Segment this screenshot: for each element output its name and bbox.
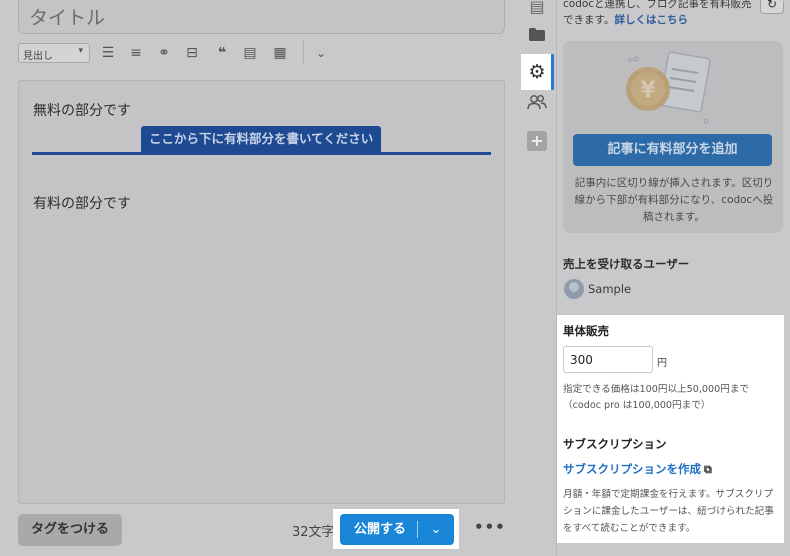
format-select[interactable]: 見出し ▾ [18,43,90,63]
subscription-description: 月額・年額で定期課金を行えます。サブスクリプションに課金したユーザーは、紐づけら… [563,489,774,534]
title-input[interactable]: タイトル [18,0,505,34]
recipient-name: Sample [588,282,632,296]
price-input[interactable] [563,346,653,373]
add-tag-button[interactable]: タグをつける [18,514,122,546]
create-subscription-link[interactable]: サブスクリプションを作成 ⧉ [563,461,712,477]
chevron-down-icon[interactable]: ⌄ [424,514,448,545]
price-note: 指定できる価格は100円以上50,000円まで（codoc pro は100,0… [563,384,750,411]
chevron-down-icon: ▾ [78,46,83,56]
editor-toolbar: 見出し ▾ ☰ ≡ ⚭ ⊟ ❝ ▤ ▦ ⌄ [18,40,348,66]
publish-divider [417,521,418,538]
learn-more-link[interactable]: 詳しくはこちら [614,14,688,26]
add-plus-icon[interactable]: + [527,131,547,151]
free-section-text: 無料の部分です [33,103,131,119]
list-box-icon[interactable]: ▤ [240,43,260,63]
subscription-heading: サブスクリプション [563,437,667,451]
paid-illustration-icon: ¥ + [626,51,711,124]
paid-section-text: 有料の部分です [33,196,131,212]
avatar [564,279,584,299]
table-icon[interactable]: ▦ [270,43,290,63]
format-select-value: 見出し [23,51,53,62]
chevron-down-icon[interactable]: ⌄ [311,43,331,63]
link-icon[interactable]: ⚭ [154,43,174,63]
create-subscription-label: サブスクリプションを作成 [563,462,701,476]
refresh-button[interactable]: ↻ [760,0,784,14]
document-icon[interactable]: ▤ [524,0,550,20]
paid-divider-line [32,152,491,155]
price-unit: 円 [657,358,667,369]
more-options-button[interactable]: ••• [474,518,506,536]
publish-button[interactable]: 公開する ⌄ [340,514,454,545]
quote-icon[interactable]: ❝ [212,43,232,63]
editor-body[interactable]: 無料の部分です ここから下に有料部分を書いてください 有料の部分です [18,80,505,504]
title-placeholder: タイトル [29,7,106,29]
toolbar-divider [303,40,304,64]
single-sale-section: 単体販売 円 指定できる価格は100円以上50,000円まで（codoc pro… [557,315,784,543]
numbered-list-icon[interactable]: ≡ [126,43,146,63]
codoc-info-text: codocと連携し、ブログ記事を有料販売できます。詳しくはこちら [563,0,758,28]
svg-text:¥: ¥ [640,78,656,103]
char-count: 32文字 [292,525,335,540]
add-paid-description: 記事内に区切り線が挿入されます。区切り線から下部が有料部分になり、codocへ投… [574,177,774,223]
paid-divider-label: ここから下に有料部分を書いてください [141,126,382,152]
add-paid-section-button[interactable]: 記事に有料部分を追加 [573,134,772,166]
recipient-heading: 売上を受け取るユーザー [563,257,690,271]
folder-icon[interactable] [524,23,550,49]
users-icon[interactable] [524,92,550,118]
paid-content-card: ¥ + 記事に有料部分を追加 記事内に区切り線が挿入されます。区切り線から下部が… [563,41,783,233]
single-sale-heading: 単体販売 [563,324,609,338]
editor-window: タイトル 見出し ▾ ☰ ≡ ⚭ ⊟ ❝ ▤ ▦ ⌄ 無料の部分です ここから下… [0,0,790,556]
external-link-icon: ⧉ [704,463,712,476]
active-tab-indicator [551,54,554,90]
bulleted-list-icon[interactable]: ☰ [98,43,118,63]
horizontal-rule-icon[interactable]: ⊟ [182,43,202,63]
publish-button-label: 公開する [354,522,407,537]
gear-icon[interactable]: ⚙ [524,59,550,85]
svg-text:+: + [626,55,634,66]
